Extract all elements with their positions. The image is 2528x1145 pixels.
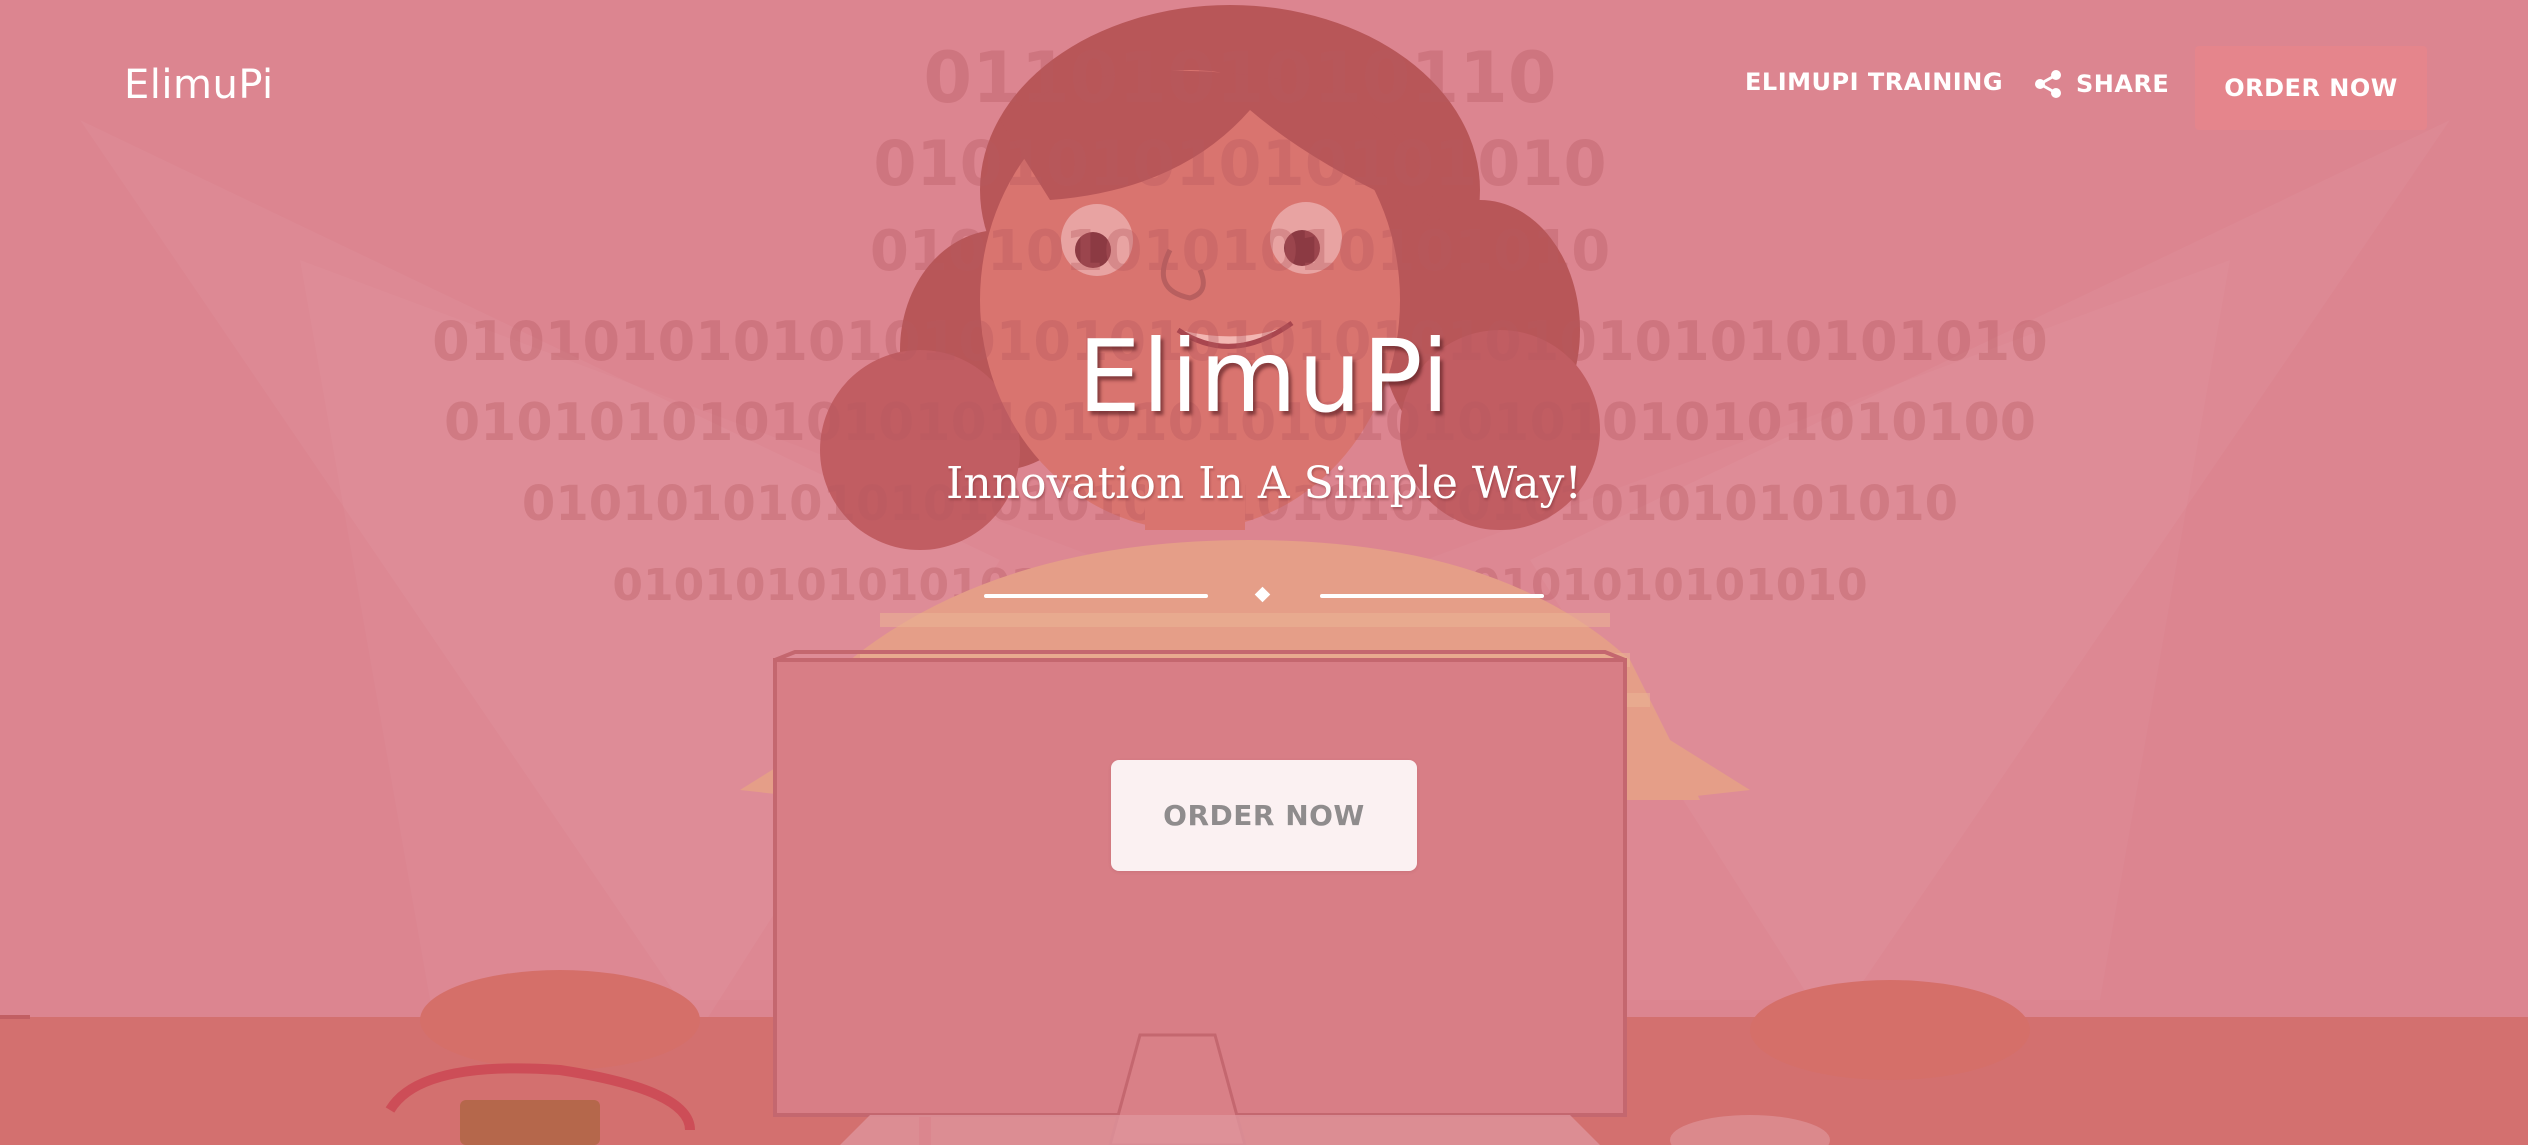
share-icon <box>2035 70 2061 98</box>
nav-link-training[interactable]: ELIMUPI TRAINING <box>1745 68 2003 96</box>
share-label: SHARE <box>2076 70 2170 98</box>
navbar: ElimuPi ELIMUPI TRAINING SHARE ORDER NOW <box>0 0 2528 180</box>
divider-line-right <box>1320 594 1544 598</box>
hero-section: 0110101010110 01010101010101010 01010101… <box>0 0 2528 1145</box>
hero-title: ElimuPi <box>1077 318 1451 435</box>
hero-order-now-button[interactable]: ORDER NOW <box>1111 760 1417 871</box>
svg-text:0101010101010101010: 0101010101010101010 <box>870 219 1610 284</box>
nav-order-now-button[interactable]: ORDER NOW <box>2195 46 2427 130</box>
hero-subtitle: Innovation In A Simple Way! <box>945 458 1583 509</box>
brand-logo[interactable]: ElimuPi <box>124 62 274 108</box>
nav-link-share[interactable]: SHARE <box>2032 68 2169 100</box>
divider-line-left <box>984 594 1208 598</box>
